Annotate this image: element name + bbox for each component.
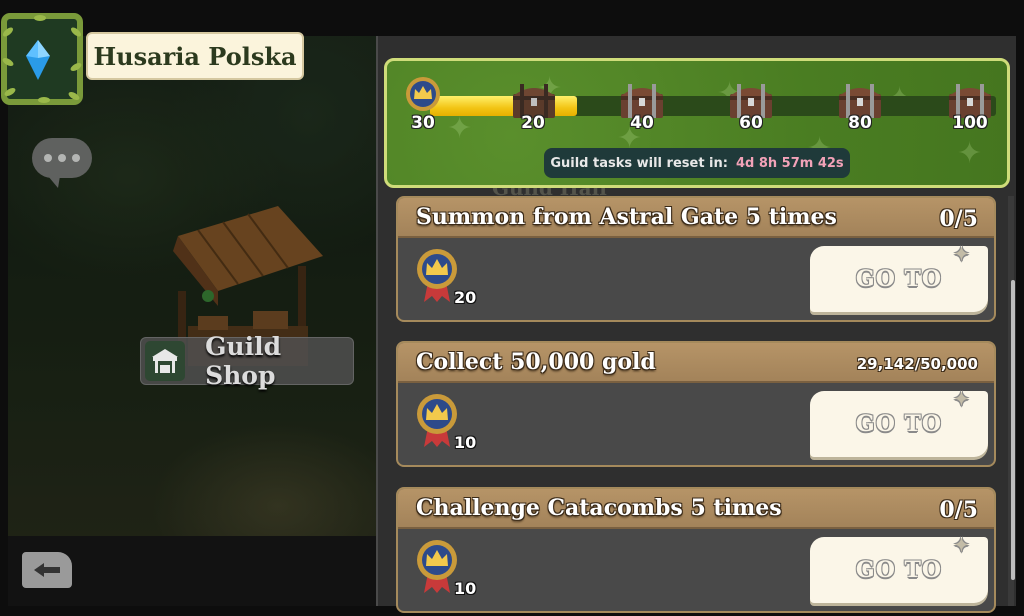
sparkle-icon: ✦	[953, 389, 970, 410]
shop-stall-icon	[145, 341, 186, 381]
reset-timer-label: Guild tasks will reset in:	[550, 155, 728, 171]
task-progress: 29,142/50,000	[856, 355, 978, 373]
task-card: Summon from Astral Gate 5 times 0/5 20 G…	[396, 196, 996, 322]
task-progress: 0/5	[939, 497, 978, 523]
milestone-label: 40	[630, 113, 654, 133]
guild-crest[interactable]	[0, 12, 84, 106]
reset-timer: Guild tasks will reset in: 4d 8h 57m 42s	[544, 148, 850, 178]
task-card: Challenge Catacombs 5 times 0/5 10 GO TO…	[396, 487, 996, 613]
go-to-button[interactable]: GO TO ✦	[810, 389, 988, 457]
sparkle-icon: ✦	[953, 244, 970, 265]
reward-amount: 10	[454, 433, 477, 452]
chat-bubble-icon[interactable]	[32, 138, 92, 188]
reward-amount: 10	[454, 579, 477, 598]
task-title: Challenge Catacombs 5 times	[416, 495, 782, 521]
reset-timer-value: 4d 8h 57m 42s	[735, 155, 844, 171]
go-to-label: GO TO	[855, 411, 943, 437]
current-points-label: 30	[411, 113, 435, 133]
task-card: Collect 50,000 gold 29,142/50,000 10 GO …	[396, 341, 996, 467]
guild-scene	[8, 36, 376, 536]
go-to-label: GO TO	[855, 557, 943, 583]
milestone-label: 80	[848, 113, 872, 133]
sparkle-icon: ✦	[953, 535, 970, 556]
task-title: Collect 50,000 gold	[416, 349, 656, 375]
milestone-label: 20	[521, 113, 545, 133]
crown-medal-icon	[406, 77, 440, 111]
crown-medal-icon	[417, 394, 457, 447]
back-arrow-icon	[34, 563, 60, 577]
back-button[interactable]	[22, 552, 72, 588]
guild-name: Husaria Polska	[93, 41, 297, 71]
crown-medal-icon	[417, 540, 457, 593]
task-header: Collect 50,000 gold 29,142/50,000	[398, 343, 994, 383]
task-header: Challenge Catacombs 5 times 0/5	[398, 489, 994, 529]
go-to-label: GO TO	[855, 266, 943, 292]
task-list-scrollbar-thumb[interactable]	[1011, 280, 1015, 580]
milestone-label: 100	[952, 113, 988, 133]
task-header: Summon from Astral Gate 5 times 0/5	[398, 198, 994, 238]
guild-name-plate: Husaria Polska	[86, 32, 304, 80]
task-title: Summon from Astral Gate 5 times	[416, 204, 837, 230]
milestone-label: 60	[739, 113, 763, 133]
guild-shop-button[interactable]: Guild Shop	[140, 332, 354, 390]
go-to-button[interactable]: GO TO ✦	[810, 535, 988, 603]
crown-medal-icon	[417, 249, 457, 302]
reward-amount: 20	[454, 288, 477, 307]
guild-shop-label: Guild Shop	[205, 332, 282, 390]
task-progress: 0/5	[939, 206, 978, 232]
go-to-button[interactable]: GO TO ✦	[810, 244, 988, 312]
